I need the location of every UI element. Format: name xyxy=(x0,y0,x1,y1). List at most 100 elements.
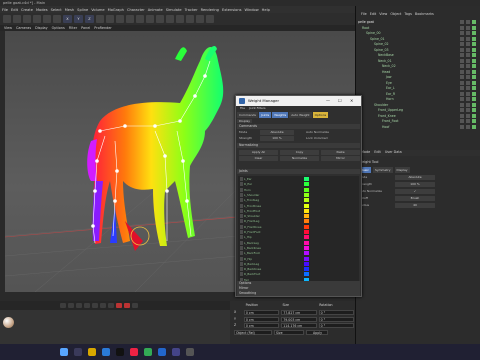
menu-spline[interactable]: Spline xyxy=(77,8,88,12)
size-mode-select[interactable]: Size xyxy=(274,330,304,335)
menu-volume[interactable]: Volume xyxy=(91,8,104,12)
go-to-end-icon[interactable] xyxy=(108,303,114,308)
command-normalize-button[interactable]: Normalize xyxy=(280,156,319,161)
wm-menu-file[interactable]: File xyxy=(240,106,245,111)
visibility-toggle[interactable] xyxy=(460,75,476,79)
tab-options[interactable]: Options xyxy=(312,112,329,118)
visibility-toggle[interactable] xyxy=(460,20,476,24)
command-apply-all-button[interactable]: Apply All xyxy=(239,150,278,155)
attr-row-value[interactable]: Brush xyxy=(395,196,435,201)
om-menu-bookmarks[interactable]: Bookmarks xyxy=(415,12,434,18)
select-icon[interactable] xyxy=(23,15,31,23)
object-tree-item[interactable]: Spine_03 xyxy=(374,47,478,53)
menu-select[interactable]: Select xyxy=(51,8,62,12)
tab-display[interactable]: Display xyxy=(237,119,253,123)
rotate-icon[interactable] xyxy=(53,15,61,23)
autokey-icon[interactable] xyxy=(124,303,130,308)
om-menu-object[interactable]: Object xyxy=(390,12,401,18)
om-menu-file[interactable]: File xyxy=(361,12,367,18)
file-explorer-icon[interactable] xyxy=(88,348,96,356)
om-menu-edit[interactable]: Edit xyxy=(370,12,377,18)
object-tree-item[interactable]: Neck_01 xyxy=(378,58,478,64)
maximize-button[interactable]: ☐ xyxy=(338,96,342,106)
position-field[interactable]: 0 cm xyxy=(243,316,280,322)
record-icon[interactable] xyxy=(116,303,122,308)
size-field[interactable]: 79.003 cm xyxy=(281,316,317,322)
coordinate-system-icon[interactable] xyxy=(96,15,104,23)
joints-section[interactable]: Joints xyxy=(237,169,360,174)
object-tree-item[interactable]: Root xyxy=(362,25,478,31)
visibility-toggle[interactable] xyxy=(460,102,476,107)
tab-weights[interactable]: Weights xyxy=(272,112,289,118)
object-tree-item[interactable]: Head xyxy=(382,69,478,75)
menu-edit[interactable]: Edit xyxy=(11,8,18,12)
move-icon[interactable] xyxy=(33,15,41,23)
visibility-toggle[interactable] xyxy=(460,25,476,30)
object-tree-item[interactable]: Front_UpperLeg xyxy=(378,108,478,113)
terminal-icon[interactable] xyxy=(186,348,194,356)
render-settings-icon[interactable] xyxy=(116,15,124,23)
object-tree-item[interactable]: Shoulder xyxy=(374,102,478,108)
strength-field[interactable]: 100 % xyxy=(260,136,294,141)
search-icon[interactable] xyxy=(74,348,82,356)
command-paste-button[interactable]: Paste xyxy=(321,150,360,155)
lock-unlocked-checkbox[interactable]: Lock Unlocked xyxy=(306,136,328,141)
apply-button[interactable]: Apply xyxy=(306,330,328,335)
object-tree-item[interactable]: Spine_00 xyxy=(366,31,478,36)
undo-icon[interactable] xyxy=(3,15,11,23)
axis-x-toggle[interactable]: X xyxy=(63,15,72,23)
axis-z-toggle[interactable]: Z xyxy=(85,15,94,23)
position-field[interactable]: 0 cm xyxy=(243,310,280,315)
coord-mode-select[interactable]: Object (Rel) xyxy=(234,330,272,335)
mode-select[interactable]: Absolute xyxy=(260,130,294,135)
visibility-toggle[interactable] xyxy=(460,97,476,101)
command-mirror-button[interactable]: Mirror xyxy=(321,156,360,161)
object-tree-item[interactable]: Ear_L xyxy=(386,86,478,91)
size-field[interactable]: 114.176 cm xyxy=(281,323,317,328)
command-copy-button[interactable]: Copy xyxy=(280,150,319,155)
visibility-toggle[interactable] xyxy=(460,42,476,46)
visibility-toggle[interactable] xyxy=(460,31,476,35)
photoshop-icon[interactable] xyxy=(158,348,166,356)
redo-icon[interactable] xyxy=(13,15,21,23)
previous-frame-icon[interactable] xyxy=(76,303,82,308)
object-tree-item[interactable]: NeckBase xyxy=(378,53,478,58)
visibility-toggle[interactable] xyxy=(460,69,476,74)
visibility-toggle[interactable] xyxy=(460,36,476,41)
material-swatch[interactable] xyxy=(3,317,14,328)
menu-mograph[interactable]: MoGraph xyxy=(108,8,124,12)
close-button[interactable]: ✕ xyxy=(350,96,353,106)
attr-tab-symmetry[interactable]: Symmetry xyxy=(372,167,393,173)
object-tree-item[interactable]: Eye xyxy=(386,80,478,86)
attr-row-value[interactable]: 100 % xyxy=(395,182,435,187)
visibility-toggle[interactable] xyxy=(460,47,476,52)
scene-icon[interactable] xyxy=(186,15,194,23)
cinema4d-icon[interactable] xyxy=(172,348,180,356)
object-tree-item[interactable]: Jaw xyxy=(386,75,478,80)
visibility-toggle[interactable] xyxy=(460,80,476,85)
object-tree-item[interactable]: Hoof xyxy=(382,124,478,130)
weight-manager-titlebar[interactable]: Weight Manager — ☐ ✕ xyxy=(236,96,361,106)
position-field[interactable]: 0 cm xyxy=(243,323,280,328)
size-field[interactable]: 77.827 cm xyxy=(281,310,317,315)
next-frame-icon[interactable] xyxy=(92,303,98,308)
menu-modes[interactable]: Modes xyxy=(36,8,48,12)
axis-y-toggle[interactable]: Y xyxy=(74,15,83,23)
minimize-button[interactable]: — xyxy=(326,96,330,106)
go-to-start-icon[interactable] xyxy=(60,303,66,308)
visibility-toggle[interactable] xyxy=(460,58,476,63)
object-tree-item[interactable]: Spine_02 xyxy=(374,42,478,47)
tab-auto-weight[interactable]: Auto Weight xyxy=(289,112,312,118)
menu-simulate[interactable]: Simulate xyxy=(166,8,182,12)
menu-mesh[interactable]: Mesh xyxy=(65,8,74,12)
attr-row-value[interactable]: ✓ xyxy=(395,189,435,194)
object-tree-item[interactable]: pelle goat xyxy=(358,20,478,25)
smoothing-section[interactable]: Smoothing xyxy=(237,291,360,296)
wm-menu-joint-filters[interactable]: Joint Filters xyxy=(249,106,266,111)
menu-create[interactable]: Create xyxy=(21,8,33,12)
visibility-toggle[interactable] xyxy=(460,53,476,57)
app-icon[interactable] xyxy=(144,348,152,356)
object-tree-item[interactable]: Neck_02 xyxy=(382,64,478,69)
attr-row-value[interactable]: 40 xyxy=(395,203,435,208)
render-view-icon[interactable] xyxy=(106,15,114,23)
